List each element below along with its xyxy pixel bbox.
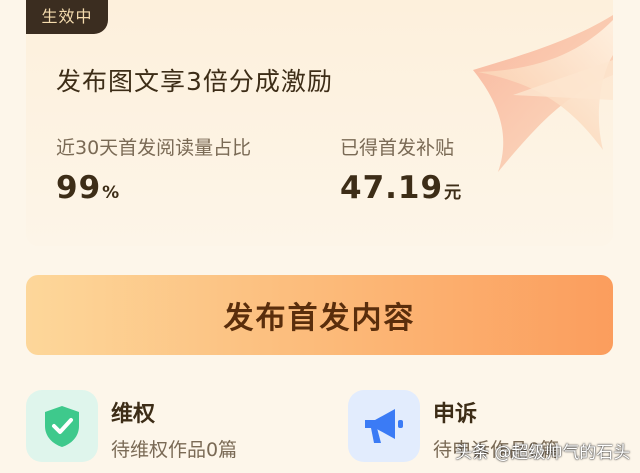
headline: 发布图文享3倍分成激励 [56, 67, 333, 96]
subsidy-number: 47.19 [340, 170, 444, 206]
read-ratio-unit: % [102, 183, 121, 203]
status-badge: 生效中 [26, 0, 108, 34]
subsidy-card: 生效中 发布图文享3倍分成激励 近30天首发阅读量占比 99% 已得首发补贴 4… [26, 0, 613, 246]
appeal-title[interactable]: 申诉 [433, 396, 477, 428]
read-ratio-label: 近30天首发阅读量占比 [56, 137, 252, 159]
appeal-button[interactable] [348, 390, 420, 462]
rights-protection-subtitle: 待维权作品0篇 [111, 439, 238, 461]
shield-check-icon [45, 406, 79, 447]
rights-protection-button[interactable] [26, 390, 98, 462]
subsidy-unit: 元 [444, 183, 463, 203]
subsidy-value: 47.19元 [340, 170, 462, 206]
subsidy-label: 已得首发补贴 [340, 137, 455, 159]
megaphone-icon [365, 409, 403, 443]
rights-protection-title[interactable]: 维权 [111, 396, 155, 428]
read-ratio-value: 99% [56, 170, 120, 206]
watermark: 头条 @超级帅气的石头 [455, 443, 631, 463]
publish-first-content-button[interactable]: 发布首发内容 [26, 275, 613, 355]
ribbon-decoration [473, 15, 613, 172]
read-ratio-number: 99 [56, 170, 102, 206]
